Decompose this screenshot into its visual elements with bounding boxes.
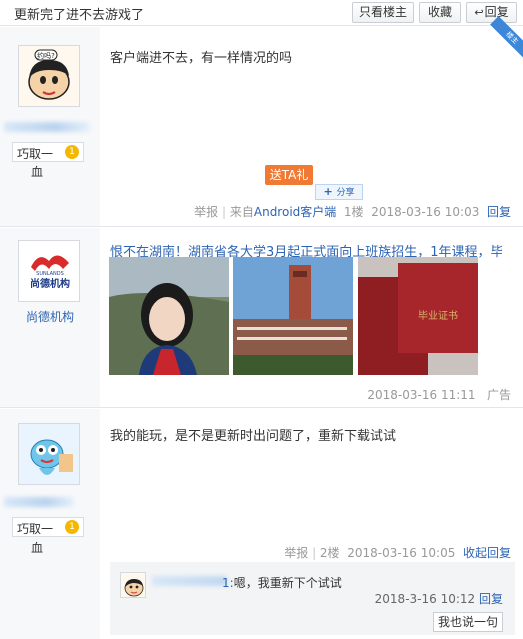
post-content: 客户端进不去，有一样情况的吗: [110, 51, 293, 66]
share-label: 分享: [336, 188, 355, 198]
post-meta: 举报 | 来自Android客户端 1楼 2018-03-16 10:03 回复: [194, 203, 511, 220]
sub-reply-text: 1:嗯，我重新下个试试: [222, 574, 342, 591]
sub-reply-reply-link[interactable]: 回复: [479, 592, 503, 606]
post-content: 我的能玩，是不是更新时出问题了，重新下载试试: [110, 429, 397, 444]
username-blurred[interactable]: [4, 122, 90, 132]
sub-reply-username-blurred[interactable]: [152, 576, 227, 586]
floor-number: 2楼: [319, 546, 340, 560]
cartoon-avatar-image: [19, 424, 79, 484]
client-link[interactable]: Android客户端: [254, 205, 336, 219]
diploma-text: 毕业证书: [418, 309, 458, 322]
ad-logo[interactable]: SUNLANDS 尚德机构: [18, 240, 80, 302]
sunlands-logo-image: SUNLANDS 尚德机构: [19, 241, 79, 301]
shinchan-avatar-image: [121, 573, 145, 597]
ad-image-3[interactable]: 毕业证书: [358, 257, 478, 375]
meta-separator: |: [312, 546, 320, 560]
ad-meta: 2018-03-16 11:11 广告: [367, 386, 511, 403]
thread-header: 更新完了进不去游戏了 只看楼主 收藏 ↩回复: [0, 0, 523, 26]
only-lz-button[interactable]: 只看楼主: [352, 2, 414, 23]
post-time: 2018-03-16 10:05: [347, 546, 456, 560]
post-floor-1: 约吗? 楼主 巧取一 1 血 客户端进不去，有一样情况的吗 送TA礼 + 分享 …: [0, 16, 523, 227]
badge-suffix: 血: [31, 165, 44, 179]
sub-reply-content: 嗯，我重新下个试试: [233, 576, 342, 590]
ad-image-2[interactable]: [233, 257, 353, 375]
shinchan-avatar-image: 约吗?: [19, 46, 79, 106]
ad-time: 2018-03-16 11:11: [367, 388, 476, 402]
gift-button[interactable]: 送TA礼: [265, 165, 313, 185]
logo-text: 尚德机构: [30, 277, 70, 290]
reply-arrow-icon: ↩: [474, 6, 484, 19]
ad-author-name[interactable]: 尚德机构: [0, 308, 100, 325]
sub-reply-meta: 2018-3-16 10:12 回复: [375, 590, 503, 607]
campus-building-image: [233, 257, 353, 375]
collect-button[interactable]: 收藏: [419, 2, 461, 23]
from-label: 来自: [229, 205, 254, 219]
post-reply-link[interactable]: 回复: [487, 205, 511, 219]
badge-title: 巧取一: [17, 147, 54, 161]
thread-title: 更新完了进不去游戏了: [14, 8, 145, 23]
logo-subtext: SUNLANDS: [36, 271, 64, 277]
plus-icon: +: [323, 185, 337, 198]
username-blurred[interactable]: [4, 497, 74, 507]
level-icon: 1: [65, 145, 79, 159]
level-badge[interactable]: 巧取一 1: [12, 517, 84, 537]
badge-title: 巧取一: [17, 522, 54, 536]
svg-text:约吗?: 约吗?: [37, 51, 55, 60]
reply-button[interactable]: ↩回复: [466, 2, 517, 23]
sub-reply-time: 2018-3-16 10:12: [374, 592, 476, 606]
post-time: 2018-03-16 10:03: [371, 205, 480, 219]
report-link[interactable]: 举报: [284, 546, 308, 560]
meta-separator: |: [222, 205, 230, 219]
avatar[interactable]: 约吗?: [18, 45, 80, 107]
sub-reply-colon: 1:: [222, 576, 234, 590]
avatar[interactable]: [18, 423, 80, 485]
diploma-image: 毕业证书: [358, 257, 478, 375]
level-badge[interactable]: 巧取一 1: [12, 142, 84, 162]
badge-suffix: 血: [31, 541, 44, 555]
report-link[interactable]: 举报: [194, 205, 218, 219]
say-something-button[interactable]: 我也说一句: [433, 612, 503, 632]
ad-label: 广告: [486, 388, 511, 402]
post-meta: 举报 | 2楼 2018-03-16 10:05 收起回复: [284, 544, 511, 561]
share-button[interactable]: + 分享: [315, 184, 363, 200]
ad-image-1[interactable]: [109, 257, 229, 375]
level-icon: 1: [65, 520, 79, 534]
girl-photo-image: [109, 257, 229, 375]
sub-reply-avatar[interactable]: [120, 572, 146, 598]
sub-reply-box: 1:嗯，我重新下个试试 2018-3-16 10:12 回复 我也说一句: [110, 562, 515, 635]
collapse-replies-link[interactable]: 收起回复: [463, 546, 511, 560]
floor-number: 1楼: [343, 205, 364, 219]
